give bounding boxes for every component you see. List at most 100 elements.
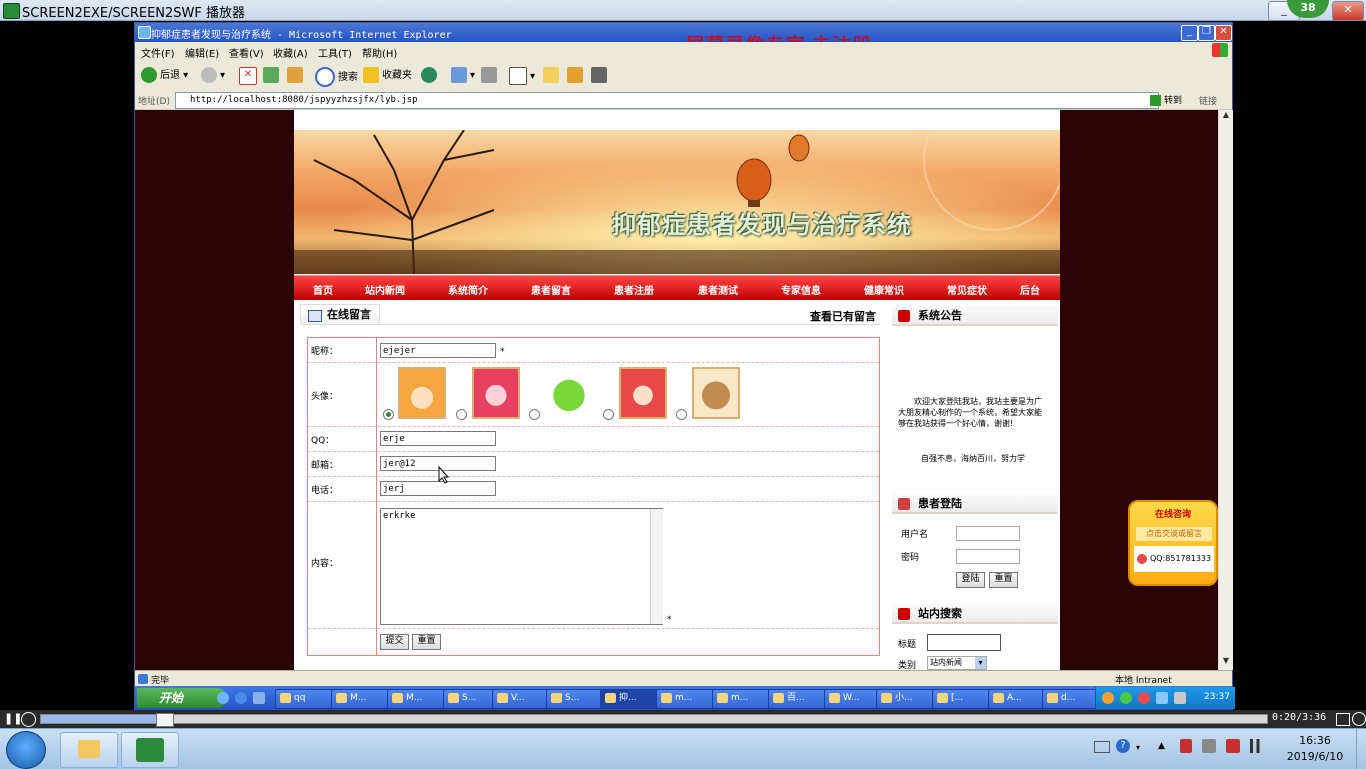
nav-experts[interactable]: 专家信息 [781,282,821,297]
avatar-radio-1[interactable] [383,409,394,420]
win7-start-orb[interactable] [6,731,46,769]
seek-handle[interactable] [155,713,174,727]
tray-app-icon[interactable] [1180,739,1192,753]
keyboard-icon[interactable] [1094,741,1110,753]
ie-quicklaunch-icon[interactable] [217,692,229,704]
menu-tools[interactable]: 工具(T) [318,45,352,60]
login-button[interactable]: 登陆 [956,572,985,588]
settings-icon[interactable] [21,712,36,727]
tray-arrow-icon[interactable] [1102,692,1114,704]
search-title-input[interactable] [927,634,1001,651]
chevron-down-icon[interactable]: ▾ [1136,743,1140,752]
menu-edit[interactable]: 编辑(E) [185,45,219,60]
ie-restore-button[interactable]: ❐ [1198,25,1215,41]
nav-test[interactable]: 患者测试 [698,282,738,297]
search-button[interactable]: 搜索 [315,67,358,87]
edit-button[interactable]: ▾ [509,67,535,85]
search-header: 站内搜索 [892,604,1058,624]
nav-home[interactable]: 首页 [313,282,333,297]
avatar-image-1[interactable] [398,367,446,419]
help-icon[interactable]: ? [1116,739,1130,753]
speaker-icon[interactable] [1202,739,1216,753]
content-textarea[interactable]: erkrke [380,508,663,625]
textarea-scrollbar[interactable] [650,509,663,624]
nickname-input[interactable]: ejejer [380,343,496,358]
menu-view[interactable]: 查看(V) [229,45,264,60]
tray-volume-icon[interactable] [1156,692,1168,704]
links-button[interactable]: 链接 [1199,94,1217,107]
media-quicklaunch-icon[interactable] [253,692,265,704]
refresh-button[interactable] [263,67,282,85]
win7-clock[interactable]: 16:36 2019/6/10 [1280,733,1350,765]
start-button[interactable]: 开始 [137,688,227,708]
mail-icon [451,67,467,83]
ie-minimize-button[interactable]: _ [1181,25,1198,41]
back-button[interactable]: 后退 ▾ [141,67,188,85]
username-input[interactable] [956,526,1020,541]
nav-admin[interactable]: 后台 [1020,282,1040,297]
player-close-button[interactable]: ✕ [1332,1,1364,21]
tray-up-arrow-icon[interactable]: ▲ [1158,741,1165,751]
desktop-quicklaunch-icon[interactable] [235,692,247,704]
avatar-image-5[interactable] [692,367,740,419]
avatar-radio-3[interactable] [529,409,540,420]
tray-network-icon[interactable] [1120,692,1132,704]
stop-button[interactable]: ✕ [239,67,260,85]
consult-qq[interactable]: QQ:851781333 [1134,546,1214,572]
xp-taskbar: 开始 qq M... M... S... V... S... 抑... m...… [135,686,1235,710]
avatar-image-2[interactable] [472,367,520,419]
fullscreen-icon[interactable] [1336,713,1350,726]
ie-title-bar: 抑郁症患者发现与治疗系统 - Microsoft Internet Explor… [135,23,1232,57]
nav-health[interactable]: 健康常识 [864,282,904,297]
tray-qq-icon[interactable] [1138,692,1150,704]
tray-monitor-icon[interactable] [1174,692,1186,704]
nav-intro[interactable]: 系统简介 [448,282,488,297]
password-input[interactable] [956,549,1020,564]
favorites-button[interactable]: 收藏夹 [363,67,412,85]
avatar-radio-4[interactable] [603,409,614,420]
avatar-image-4[interactable] [619,367,667,419]
ie-close-button[interactable]: ✕ [1215,25,1232,41]
menu-file[interactable]: 文件(F) [141,45,175,60]
show-desktop-button[interactable] [1356,729,1366,769]
qq-input[interactable]: erje [380,431,496,446]
scroll-up-arrow-icon[interactable]: ▲ [1220,110,1232,122]
address-input[interactable]: http://localhost:8080/jspyyzhzsjfx/lyb.j… [175,92,1159,109]
username-label: 用户名 [901,530,929,540]
category-select[interactable]: 站内新闻 ▾ [927,656,987,670]
nav-messages[interactable]: 患者留言 [531,282,571,297]
player-timecode: 0:20/3:36 [1272,712,1327,723]
menu-help[interactable]: 帮助(H) [362,45,397,60]
home-button[interactable] [287,67,306,85]
forward-button[interactable]: ▾ [201,67,225,85]
login-reset-button[interactable]: 重置 [989,572,1018,588]
history-button[interactable] [421,67,440,85]
signal-icon[interactable] [1250,739,1266,753]
page-scrollbar[interactable]: ▲ ▼ [1218,110,1233,670]
avatar-image-3[interactable] [545,367,593,419]
seek-bar[interactable] [40,713,1268,727]
avatar-radio-2[interactable] [456,409,467,420]
go-button[interactable]: 转到 [1150,93,1182,106]
menu-favorites[interactable]: 收藏(A) [273,45,308,60]
info-icon[interactable] [1352,712,1366,726]
consult-subtitle[interactable]: 点击交谈或留言 [1136,527,1212,541]
online-consult-widget[interactable]: 在线咨询 点击交谈或留言 QQ:851781333 [1128,500,1218,586]
reset-button[interactable]: 重置 [412,634,441,650]
pause-icon[interactable]: ❚❚ [4,713,22,725]
research-button[interactable] [567,67,586,85]
discuss-button[interactable] [543,67,562,85]
scroll-down-arrow-icon[interactable]: ▼ [1220,656,1232,668]
print-button[interactable] [481,67,500,85]
nav-news[interactable]: 站内新闻 [365,282,405,297]
screen2exe-pinned-icon[interactable] [121,732,179,768]
mail-button[interactable]: ▾ [451,67,475,85]
nav-register[interactable]: 患者注册 [614,282,654,297]
explorer-pinned-icon[interactable] [60,732,118,768]
view-messages-link[interactable]: 查看已有留言 [810,308,876,324]
network-warning-icon[interactable] [1226,739,1240,753]
messenger-button[interactable] [591,67,610,85]
avatar-radio-5[interactable] [676,409,687,420]
nav-symptoms[interactable]: 常见症状 [947,282,987,297]
submit-button[interactable]: 提交 [380,634,409,650]
